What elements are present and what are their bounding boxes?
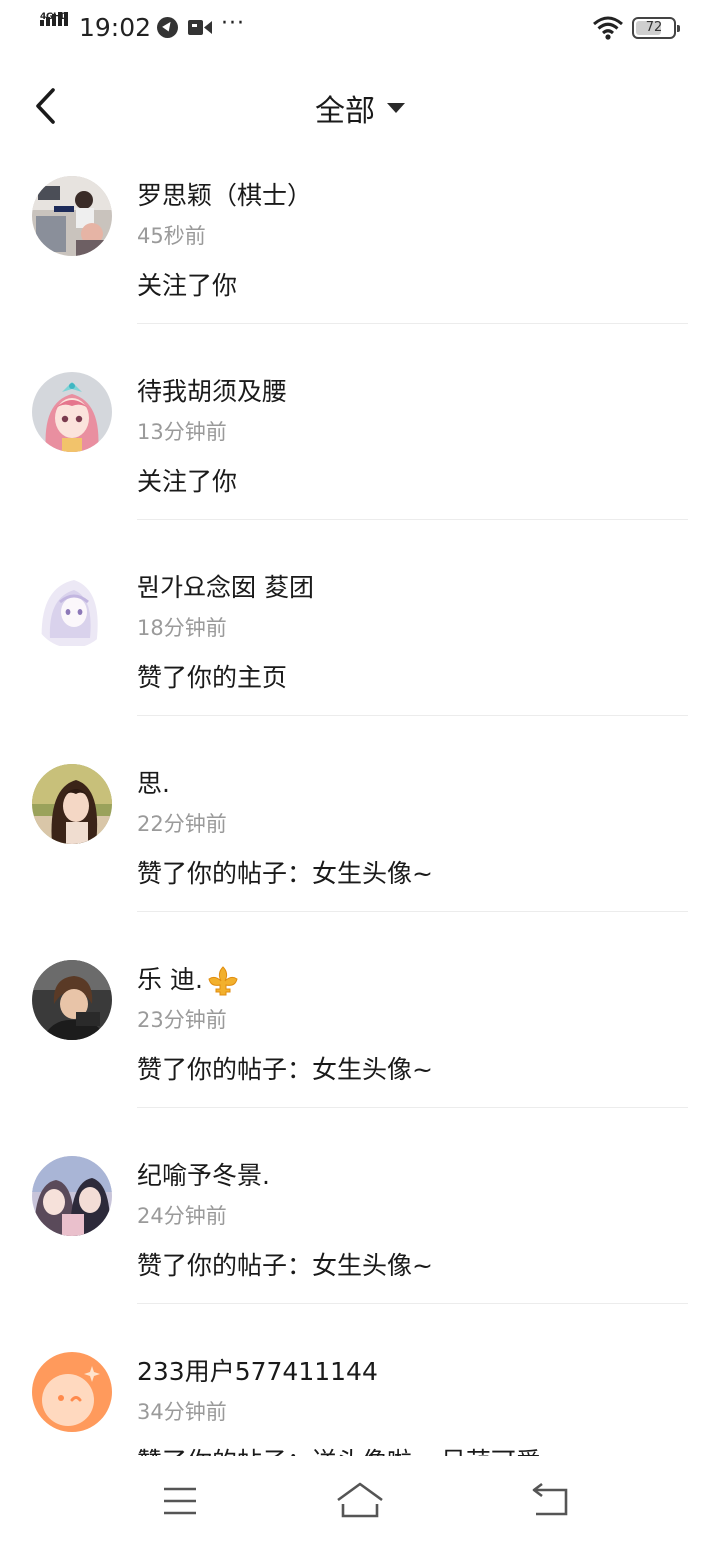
system-navigation-bar	[0, 1456, 720, 1544]
notification-text: 赞了你的主页	[137, 663, 288, 692]
video-icon	[188, 20, 212, 35]
user-name[interactable]: 纪喻予冬景.	[137, 1156, 270, 1192]
user-name-text: 乐 迪.	[137, 965, 203, 994]
divider	[137, 1303, 688, 1304]
notification-text: 关注了你	[137, 467, 238, 496]
divider	[137, 911, 688, 912]
timestamp: 45秒前	[137, 224, 206, 248]
notification-item[interactable]: 뭔가요念囡 荾团 18分钟前 赞了你的主页	[0, 546, 720, 742]
notification-text: 赞了你的帖子：送头像啦~ 呆萌可爱	[137, 1442, 541, 1456]
avatar[interactable]	[32, 568, 112, 648]
avatar[interactable]	[32, 1156, 112, 1236]
avatar[interactable]	[32, 176, 112, 256]
notification-text: 关注了你	[137, 271, 238, 300]
divider	[137, 715, 688, 716]
return-icon[interactable]	[520, 1476, 580, 1526]
user-name[interactable]: 233用户577411144	[137, 1352, 378, 1388]
status-bar: 4GHD 19:02 ··· 72	[0, 0, 720, 58]
wifi-icon	[593, 16, 623, 40]
notification-item[interactable]: 乐 迪. 23分钟前 赞了你的帖子：女生头像~	[0, 938, 720, 1134]
menu-icon[interactable]	[150, 1476, 210, 1526]
notification-item[interactable]: 233用户577411144 34分钟前 赞了你的帖子：送头像啦~ 呆萌可爱	[0, 1330, 720, 1456]
user-name[interactable]: 待我胡须及腰	[137, 372, 287, 408]
divider	[137, 519, 688, 520]
notification-item[interactable]: 思. 22分钟前 赞了你的帖子：女生头像~	[0, 742, 720, 938]
avatar[interactable]	[32, 764, 112, 844]
notification-text: 赞了你的帖子：女生头像~	[137, 1251, 433, 1280]
timestamp: 24分钟前	[137, 1204, 227, 1228]
notification-item[interactable]: 纪喻予冬景. 24分钟前 赞了你的帖子：女生头像~	[0, 1134, 720, 1330]
timestamp: 34分钟前	[137, 1400, 227, 1424]
avatar[interactable]	[32, 1352, 112, 1432]
home-icon[interactable]	[330, 1476, 390, 1526]
timestamp: 22分钟前	[137, 812, 227, 836]
notification-text: 赞了你的帖子：女生头像~	[137, 859, 433, 888]
page-title: 全部	[315, 94, 375, 129]
timestamp: 23分钟前	[137, 1008, 227, 1032]
filter-dropdown[interactable]: 全部	[0, 86, 720, 130]
avatar[interactable]	[32, 960, 112, 1040]
more-notifications-icon: ···	[221, 11, 245, 36]
user-name[interactable]: 乐 迪.	[137, 960, 239, 997]
timestamp: 13分钟前	[137, 420, 227, 444]
user-name[interactable]: 罗思颖（棋士）	[137, 176, 312, 212]
cellular-signal-icon: 4GHD	[40, 12, 72, 40]
avatar[interactable]	[32, 372, 112, 452]
user-name[interactable]: 뭔가요念囡 荾团	[137, 568, 314, 604]
compass-icon	[157, 17, 178, 38]
caret-down-icon	[387, 103, 405, 113]
divider	[137, 1107, 688, 1108]
user-name[interactable]: 思.	[137, 764, 170, 800]
fleur-de-lis-icon	[208, 966, 238, 996]
notification-list: 罗思颖（棋士） 45秒前 关注了你 待我胡须及腰 13分钟前 关注了你 뭔가요念…	[0, 154, 720, 1456]
battery-percent: 72	[645, 20, 663, 35]
notification-item[interactable]: 罗思颖（棋士） 45秒前 关注了你	[0, 154, 720, 350]
top-navigation-bar: 全部	[0, 58, 720, 154]
status-time: 19:02	[79, 13, 152, 42]
battery-icon: 72	[632, 17, 680, 39]
timestamp: 18分钟前	[137, 616, 227, 640]
divider	[137, 323, 688, 324]
notification-text: 赞了你的帖子：女生头像~	[137, 1055, 433, 1084]
notification-item[interactable]: 待我胡须及腰 13分钟前 关注了你	[0, 350, 720, 546]
